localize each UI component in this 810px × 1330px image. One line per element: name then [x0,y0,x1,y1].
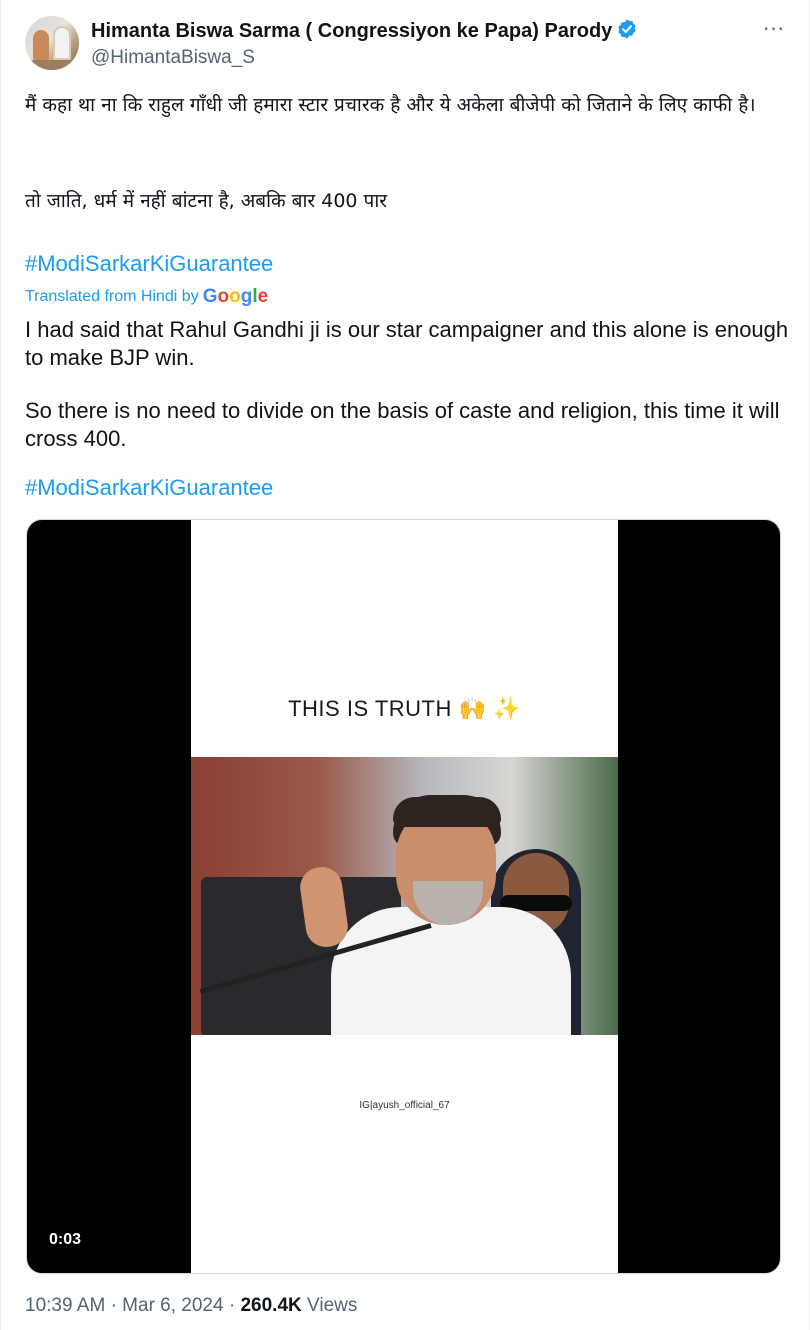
tweet-header: Himanta Biswa Sarma ( Congressiyon ke Pa… [25,16,793,72]
avatar[interactable] [25,16,79,70]
video-frame: THIS IS TRUTH 🙌 ✨ IG|ayush_official_67 [191,520,618,1273]
more-options-icon[interactable]: ··· [759,18,789,44]
translated-text-line1: I had said that Rahul Gandhi ji is our s… [25,317,789,370]
tweet-meta: 10:39 AM · Mar 6, 2024 · 260.4K Views [25,1295,357,1317]
hashtag-link[interactable]: #ModiSarkarKiGuarantee [25,251,273,277]
translation-attribution[interactable]: Translated from Hindi by Google [25,286,268,308]
verified-badge-icon [618,19,636,39]
video-player[interactable]: THIS IS TRUTH 🙌 ✨ IG|ayush_official_67 0… [26,519,781,1274]
tweet-date[interactable]: Mar 6, 2024 [122,1295,223,1316]
author-info: Himanta Biswa Sarma ( Congressiyon ke Pa… [91,18,638,69]
tweet-card: Himanta Biswa Sarma ( Congressiyon ke Pa… [0,0,810,1330]
google-logo-icon: Google [202,286,269,307]
translated-hashtag-link[interactable]: #ModiSarkarKiGuarantee [25,475,273,501]
tweet-text-hindi-line1: मैं कहा था ना कि राहुल गाँधी जी हमारा स्… [25,94,756,116]
video-caption: THIS IS TRUTH 🙌 ✨ [288,696,521,721]
video-watermark: IG|ayush_official_67 [359,1100,450,1111]
translated-text-line2: So there is no need to divide on the bas… [25,398,780,451]
meta-separator: · [110,1295,117,1316]
handle[interactable]: @HimantaBiswa_S [91,47,638,69]
display-name[interactable]: Himanta Biswa Sarma ( Congressiyon ke Pa… [91,20,612,43]
views-label: Views [307,1295,358,1316]
views-count: 260.4K [240,1295,302,1316]
video-timer: 0:03 [41,1229,90,1251]
tweet-text-hindi-line2: तो जाति, धर्म में नहीं बांटना है, अबकि ब… [25,190,388,212]
tweet-time[interactable]: 10:39 AM [25,1295,105,1316]
meta-separator: · [228,1295,236,1316]
video-scene-image [191,757,618,1035]
translated-label: Translated from Hindi by [25,288,199,305]
